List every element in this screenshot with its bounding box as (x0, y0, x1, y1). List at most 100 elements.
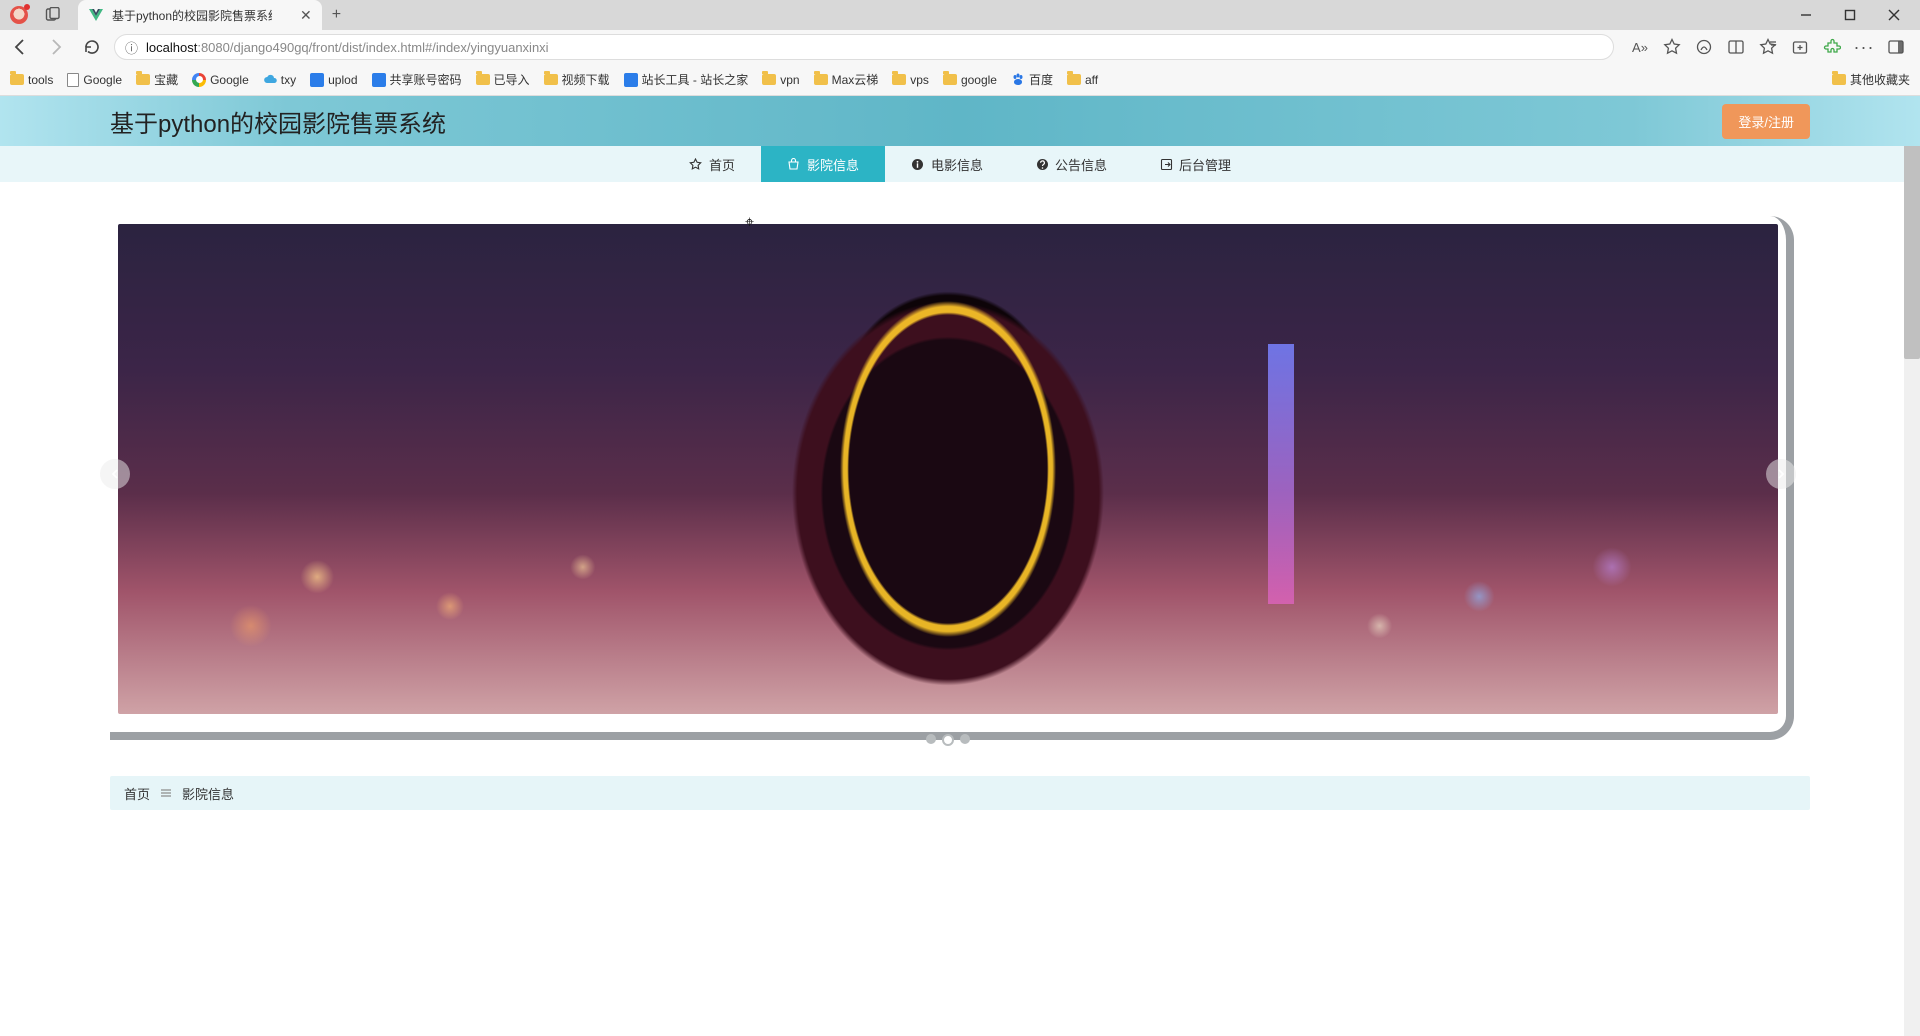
nav-item[interactable]: 后台管理 (1133, 146, 1257, 182)
bookmark-item[interactable]: txy (263, 73, 296, 87)
tab-overview-icon[interactable] (44, 6, 62, 24)
site-info-icon[interactable]: ⓘ (125, 38, 138, 57)
cloud-icon (263, 73, 277, 87)
breadcrumb-current: 影院信息 (182, 784, 234, 803)
bookmark-item[interactable]: Max云梯 (814, 71, 879, 88)
site-nav: 首页 影院信息 电影信息 公告信息 后台管理 (0, 146, 1920, 182)
bookmark-item[interactable]: 宝藏 (136, 71, 178, 88)
bookmark-item[interactable]: Google (192, 73, 249, 87)
breadcrumb-home[interactable]: 首页 (124, 784, 150, 803)
bookmark-item[interactable]: aff (1067, 73, 1098, 87)
extensions-icon[interactable] (1822, 37, 1842, 57)
bookmark-label: tools (28, 73, 53, 87)
browser-tab[interactable]: 基于python的校园影院售票系统 ✕ (78, 0, 322, 30)
bookmark-label: 共享账号密码 (390, 71, 462, 88)
tab-title: 基于python的校园影院售票系统 (112, 7, 272, 24)
nav-item[interactable]: 公告信息 (1009, 146, 1133, 182)
nav-back-button[interactable] (6, 33, 34, 61)
bookmark-item[interactable]: 视频下载 (544, 71, 610, 88)
tab-close-icon[interactable]: ✕ (300, 7, 312, 24)
page-icon (67, 73, 79, 87)
more-menu-icon[interactable]: ··· (1854, 37, 1874, 57)
arrow-out-icon (1159, 157, 1173, 171)
nav-label: 后台管理 (1179, 155, 1231, 174)
carousel-dot[interactable] (942, 734, 954, 746)
carousel-next-button[interactable] (1766, 459, 1796, 489)
site-icon (310, 73, 324, 87)
nav-reload-button[interactable] (78, 33, 106, 61)
bookmark-item[interactable]: tools (10, 73, 53, 87)
favorites-list-icon[interactable] (1758, 37, 1778, 57)
bookmark-item[interactable]: vps (892, 73, 929, 87)
login-register-button[interactable]: 登录/注册 (1722, 104, 1810, 139)
nav-label: 首页 (709, 155, 735, 174)
folder-icon (10, 74, 24, 85)
folder-icon (476, 74, 490, 85)
split-screen-icon[interactable] (1726, 37, 1746, 57)
bookmark-item[interactable]: 百度 (1011, 71, 1053, 88)
main-content (0, 182, 1904, 758)
breadcrumb-separator-icon (160, 787, 172, 799)
bookmark-item[interactable]: 共享账号密码 (372, 71, 462, 88)
nav-label: 影院信息 (807, 155, 859, 174)
folder-icon (1067, 74, 1081, 85)
nav-forward-button[interactable] (42, 33, 70, 61)
site-header: 基于python的校园影院售票系统 登录/注册 (0, 96, 1920, 146)
bookmark-label: vps (910, 73, 929, 87)
bookmark-item[interactable]: 已导入 (476, 71, 530, 88)
site-icon (624, 73, 638, 87)
bookmark-item[interactable]: vpn (762, 73, 799, 87)
carousel-dot[interactable] (960, 734, 970, 744)
nav-item[interactable]: 电影信息 (885, 146, 1009, 182)
other-bookmarks[interactable]: 其他收藏夹 (1832, 71, 1910, 88)
url-text: localhost:8080/django490gq/front/dist/in… (146, 40, 1603, 55)
address-bar[interactable]: ⓘ localhost:8080/django490gq/front/dist/… (114, 34, 1614, 60)
window-maximize-button[interactable] (1828, 0, 1872, 30)
window-titlebar: 基于python的校园影院售票系统 ✕ + (0, 0, 1920, 30)
window-minimize-button[interactable] (1784, 0, 1828, 30)
tracking-prevention-icon[interactable] (1694, 37, 1714, 57)
carousel-image[interactable] (118, 224, 1778, 714)
bookmark-label: google (961, 73, 997, 87)
profile-avatar-icon[interactable] (10, 6, 28, 24)
carousel-dots (926, 734, 970, 746)
nav-label: 公告信息 (1055, 155, 1107, 174)
new-tab-button[interactable]: + (332, 6, 341, 24)
favorite-star-icon[interactable] (1662, 37, 1682, 57)
site-icon (372, 73, 386, 87)
bookmark-label: 视频下载 (562, 71, 610, 88)
bookmark-item[interactable]: 站长工具 - 站长之家 (624, 71, 749, 88)
carousel-container (110, 216, 1794, 740)
info-icon (911, 157, 925, 171)
folder-icon (943, 74, 957, 85)
page-viewport: 基于python的校园影院售票系统 登录/注册 首页影院信息电影信息公告信息后台… (0, 96, 1920, 1036)
window-close-button[interactable] (1872, 0, 1916, 30)
bookmark-item[interactable]: google (943, 73, 997, 87)
carousel-dot[interactable] (926, 734, 936, 744)
shop-icon (787, 157, 801, 171)
bookmark-label: 站长工具 - 站长之家 (642, 71, 749, 88)
url-toolbar: ⓘ localhost:8080/django490gq/front/dist/… (0, 30, 1920, 64)
folder-icon (544, 74, 558, 85)
read-aloud-icon[interactable]: A» (1630, 37, 1650, 57)
bookmark-item[interactable]: Google (67, 73, 122, 87)
nav-item[interactable]: 首页 (663, 146, 761, 182)
bookmark-item[interactable]: uplod (310, 73, 357, 87)
folder-icon (1832, 74, 1846, 85)
carousel-prev-button[interactable] (100, 459, 130, 489)
nav-item[interactable]: 影院信息 (761, 146, 885, 182)
bookmark-label: Max云梯 (832, 71, 879, 88)
bookmark-label: 已导入 (494, 71, 530, 88)
bookmark-label: 百度 (1029, 71, 1053, 88)
star-icon (689, 157, 703, 171)
bookmarks-bar: tools Google 宝藏 Google txy uplod 共享账号密码 已导入 视频下载… (0, 64, 1920, 96)
collections-icon[interactable] (1790, 37, 1810, 57)
folder-icon (892, 74, 906, 85)
sidebar-toggle-icon[interactable] (1886, 37, 1906, 57)
page-scrollbar[interactable] (1904, 96, 1920, 1036)
bookmark-label: uplod (328, 73, 357, 87)
bookmark-label: 宝藏 (154, 71, 178, 88)
question-icon (1035, 157, 1049, 171)
vue-favicon-icon (88, 7, 104, 23)
breadcrumb: 首页 影院信息 (110, 776, 1810, 810)
